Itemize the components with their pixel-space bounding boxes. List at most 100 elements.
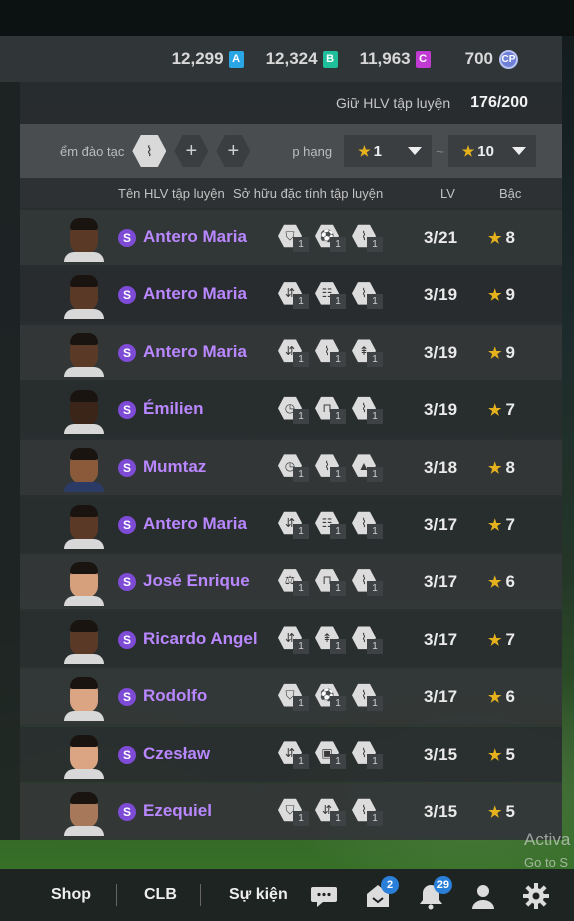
trait-badge[interactable]: ⇵ 1 [315, 798, 348, 826]
trait-badge[interactable]: ⚽ 1 [315, 224, 348, 252]
coach-row[interactable]: S Ezequiel ⛉ 1 ⇵ 1 ⌇ 1 3/15 ★ 5 [20, 784, 562, 839]
trait-badge[interactable]: ⇞ 1 [315, 626, 348, 654]
trait-badge[interactable]: ⌇ 1 [352, 281, 385, 310]
coach-avatar [64, 216, 104, 262]
chevron-down-icon [408, 147, 423, 155]
trait-badge[interactable]: ▲ 1 [352, 454, 385, 482]
trait-badge[interactable]: ⌇ 1 [352, 511, 385, 539]
trait-badge[interactable]: ⇵ 1 [278, 281, 311, 310]
trait-badge[interactable]: ⇵ 1 [278, 626, 311, 654]
star-icon: ★ [461, 142, 475, 159]
hold-coach-label: Giữ HLV tập luyện [335, 95, 451, 111]
trait-badge[interactable]: ⌇ 1 [352, 626, 385, 654]
nav-events[interactable]: Sự kiện [229, 886, 288, 904]
coach-row[interactable]: S José Enrique ⚖ 1 ⊓ 1 ⌇ 1 3/17 ★ 6 [20, 554, 562, 610]
trait-level: 1 [293, 753, 309, 769]
coach-row[interactable]: S Antero Maria ⇵ 1 ☷ 1 ⌇ 1 3/19 ★ 9 [20, 267, 562, 323]
column-lv-header[interactable]: LV [440, 186, 455, 201]
coach-name: Mumtaz [143, 456, 207, 476]
trait-badge[interactable]: ⌇ 1 [315, 454, 348, 482]
add-filter-slot-2[interactable]: + [216, 135, 251, 167]
coach-name: Rodolfo [143, 686, 208, 706]
rank-separator: ~ [436, 143, 444, 159]
trait-badge[interactable]: ▣ 1 [315, 741, 348, 769]
currency-c-icon: C [415, 50, 431, 68]
boot-icon-filter-slot[interactable]: ⌇ [132, 135, 167, 167]
currency-b-amount: 12,324 [265, 49, 318, 68]
column-name-header[interactable]: Tên HLV tập luyện [118, 186, 225, 201]
star-icon: ★ [488, 230, 502, 247]
trait-badge[interactable]: ⛉ 1 [278, 683, 311, 712]
trait-badge[interactable]: ⌇ 1 [315, 339, 348, 367]
column-traits-header[interactable]: Sở hữu đặc tính tập luyện [233, 186, 383, 201]
gear-icon[interactable] [521, 881, 551, 911]
coach-grade: ★ 5 [488, 802, 515, 822]
coach-grade-value: 6 [505, 572, 515, 592]
trait-level: 1 [330, 524, 346, 539]
trait-badge[interactable]: ⌇ 1 [352, 741, 385, 769]
nav-shop[interactable]: Shop [51, 886, 91, 904]
trait-badge[interactable]: ⊓ 1 [315, 396, 348, 425]
coach-grade-value: 5 [505, 744, 515, 764]
trait-badge[interactable]: ☷ 1 [315, 281, 348, 310]
rarity-s-icon: S [118, 803, 136, 821]
rarity-s-icon: S [118, 343, 136, 362]
coach-level: 3/15 [424, 802, 458, 821]
trait-badge[interactable]: ⇞ 1 [352, 339, 385, 367]
coach-grade: ★ 7 [488, 630, 515, 650]
coach-row[interactable]: S Antero Maria ⇵ 1 ⌇ 1 ⇞ 1 3/19 ★ 9 [20, 324, 562, 380]
coach-row[interactable]: S Émilien ◷ 1 ⊓ 1 ⌇ 1 3/19 ★ 7 [20, 382, 562, 438]
trait-badge[interactable]: ⇵ 1 [278, 339, 311, 367]
rarity-s-icon: S [118, 573, 136, 592]
trait-badge[interactable]: ⌇ 1 [352, 396, 385, 425]
coach-row[interactable]: S Rodolfo ⛉ 1 ⚽ 1 ⌇ 1 3/17 ★ 6 [20, 669, 562, 725]
profile-icon[interactable] [468, 881, 498, 911]
trait-badge[interactable]: ⌇ 1 [352, 798, 385, 826]
coach-name: Ricardo Angel [143, 628, 258, 648]
coach-row[interactable]: S Czesław ⇵ 1 ▣ 1 ⌇ 1 3/15 ★ 5 [20, 726, 562, 782]
mail-icon[interactable]: 2 [363, 876, 399, 911]
coach-row[interactable]: S Mumtaz ◷ 1 ⌇ 1 ▲ 1 3/18 ★ 8 [20, 439, 562, 495]
rank-to-dropdown[interactable]: ★ 10 [447, 135, 536, 167]
trait-level: 1 [293, 696, 309, 712]
coach-traits: ◷ 1 ⌇ 1 ▲ 1 [278, 454, 385, 482]
coach-traits: ⇵ 1 ⌇ 1 ⇞ 1 [278, 339, 385, 367]
trait-badge[interactable]: ⚖ 1 [278, 568, 311, 597]
coach-row[interactable]: S Antero Maria ⛉ 1 ⚽ 1 ⌇ 1 3/21 ★ 8 [20, 210, 562, 265]
bell-icon[interactable]: 29 [416, 876, 452, 911]
rank-from-dropdown[interactable]: ★ 1 [344, 135, 433, 167]
trait-badge[interactable]: ⚽ 1 [315, 683, 348, 712]
trait-level: 1 [293, 294, 309, 310]
coach-avatar [64, 618, 104, 664]
coach-name: Émilien [143, 399, 204, 419]
trait-badge[interactable]: ⊓ 1 [315, 568, 348, 597]
trait-badge[interactable]: ☷ 1 [315, 511, 348, 539]
trait-badge[interactable]: ⛉ 1 [278, 798, 311, 826]
trait-badge[interactable]: ⌇ 1 [352, 224, 385, 252]
column-grade-header[interactable]: Bậc [499, 186, 521, 201]
trait-badge[interactable]: ⛉ 1 [278, 224, 311, 252]
coach-row[interactable]: S Ricardo Angel ⇵ 1 ⇞ 1 ⌇ 1 3/17 ★ 7 [20, 611, 562, 667]
trait-level: 1 [367, 237, 383, 252]
coach-grade-value: 7 [505, 515, 515, 534]
add-filter-slot-1[interactable]: + [174, 135, 209, 167]
rarity-s-icon: S [118, 229, 136, 247]
coach-level: 3/21 [424, 228, 458, 247]
coach-grade: ★ 6 [488, 572, 515, 592]
trait-badge[interactable]: ⌇ 1 [352, 568, 385, 597]
trait-level: 1 [330, 581, 346, 597]
coach-level: 3/17 [424, 687, 458, 707]
currency-cp-amount: 700 [464, 49, 493, 68]
left-strip [0, 82, 20, 840]
coach-row[interactable]: S Antero Maria ⇵ 1 ☷ 1 ⌇ 1 3/17 ★ 7 [20, 497, 562, 552]
nav-clb[interactable]: CLB [144, 886, 177, 904]
trait-level: 1 [367, 524, 383, 539]
trait-badge[interactable]: ⇵ 1 [278, 741, 311, 769]
trait-level: 1 [293, 524, 309, 539]
trait-badge[interactable]: ⇵ 1 [278, 511, 311, 539]
trait-badge[interactable]: ◷ 1 [278, 396, 311, 425]
chat-icon[interactable] [309, 881, 339, 911]
trait-badge[interactable]: ◷ 1 [278, 454, 311, 482]
bottom-nav: Shop CLB Sự kiện 2 29 [0, 869, 574, 921]
trait-badge[interactable]: ⌇ 1 [352, 683, 385, 712]
